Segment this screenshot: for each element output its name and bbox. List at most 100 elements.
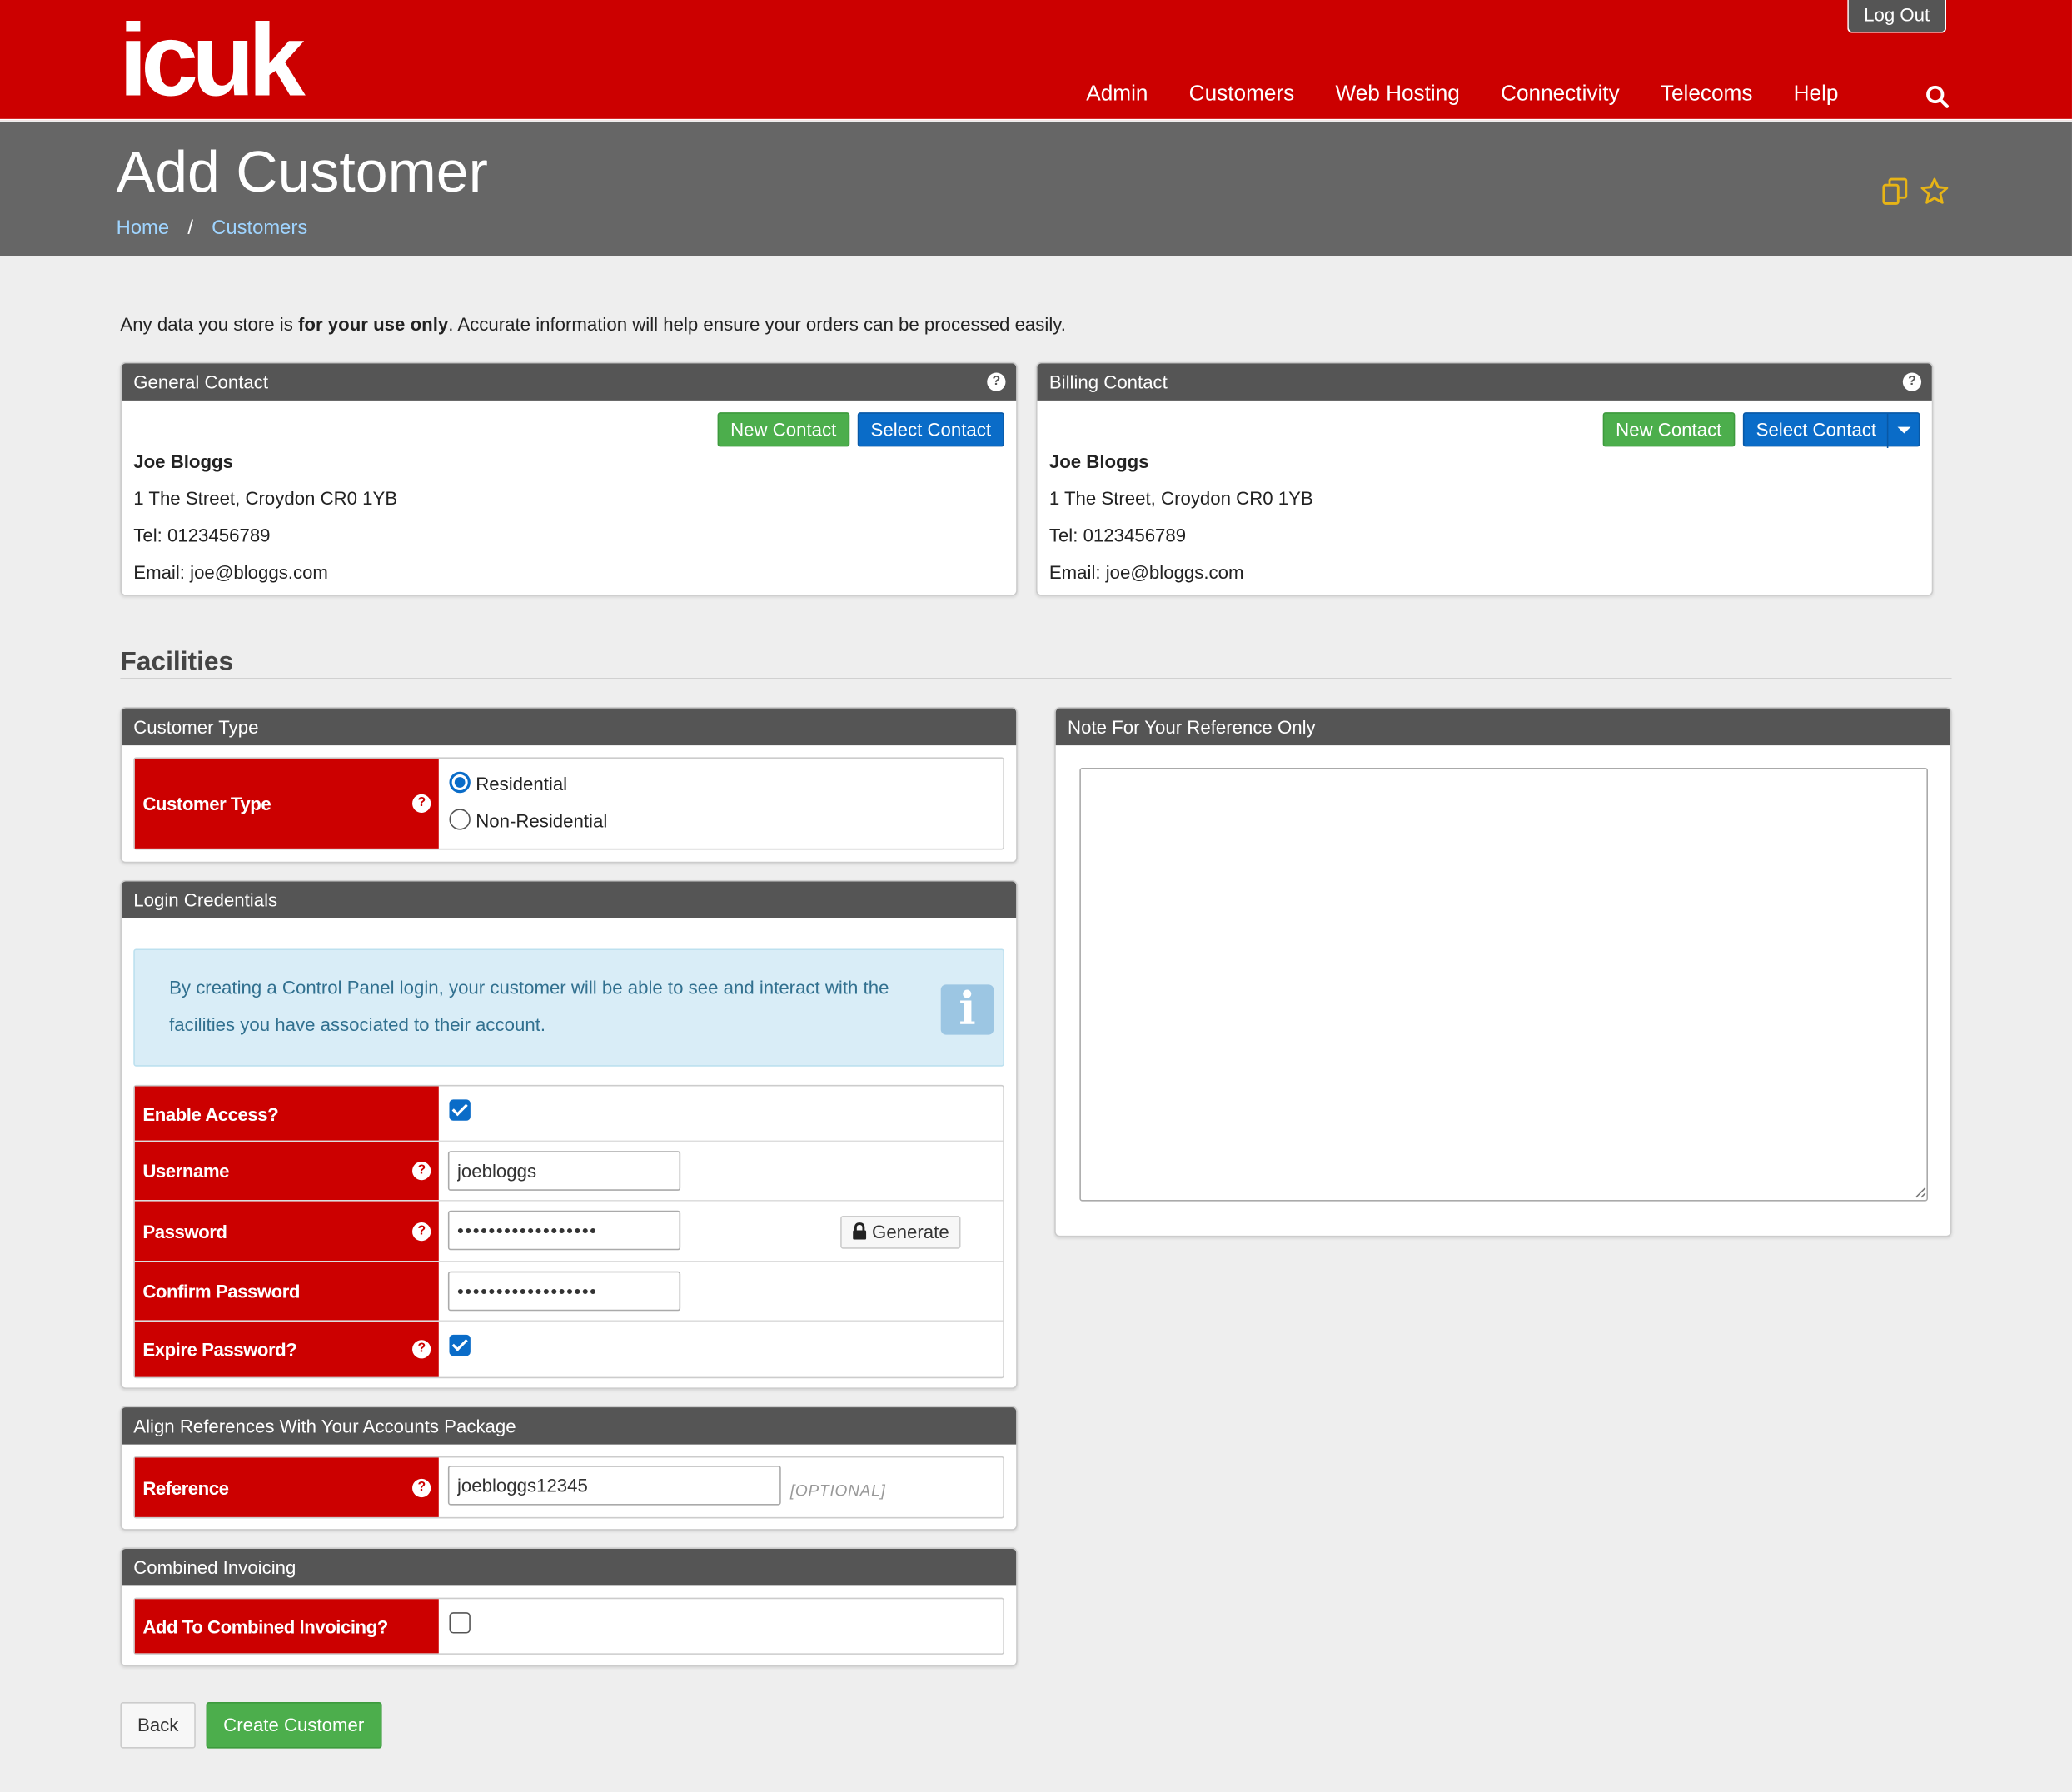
reference-label-text: Reference: [142, 1476, 229, 1498]
back-button[interactable]: Back: [120, 1702, 197, 1749]
username-value: [439, 1142, 1004, 1200]
references-panel: Align References With Your Accounts Pack…: [120, 1406, 1018, 1531]
intro-text: Any data you store is for your use only.…: [120, 313, 1066, 334]
combined-invoicing-heading: Combined Invoicing: [121, 1548, 1017, 1586]
non-residential-radio[interactable]: [449, 809, 471, 830]
generate-password-button[interactable]: Generate: [840, 1216, 961, 1249]
billing-new-contact-button[interactable]: New Contact: [1602, 412, 1736, 447]
reference-input[interactable]: [447, 1465, 781, 1506]
note-panel: Note For Your Reference Only: [1054, 707, 1952, 1237]
customer-type-heading: Customer Type: [121, 708, 1017, 746]
general-contact-panel: General Contact ? New Contact Select Con…: [120, 361, 1018, 596]
confirm-password-row: Confirm Password: [134, 1262, 1004, 1322]
billing-contact-heading: Billing Contact ?: [1037, 363, 1932, 401]
contact-address: 1 The Street, Croydon CR0 1YB: [1048, 487, 1313, 509]
enable-access-checkbox[interactable]: [449, 1099, 471, 1121]
customer-type-panel: Customer Type Customer Type ? Residentia…: [120, 707, 1018, 864]
login-credentials-heading: Login Credentials: [121, 881, 1017, 918]
combined-invoicing-panel: Combined Invoicing Add To Combined Invoi…: [120, 1547, 1018, 1667]
nav-item-telecoms[interactable]: Telecoms: [1661, 82, 1753, 113]
copy-icon[interactable]: [1881, 177, 1908, 207]
general-new-contact-button[interactable]: New Contact: [717, 412, 850, 447]
reference-label: Reference ?: [134, 1457, 439, 1517]
help-icon[interactable]: ?: [412, 1161, 431, 1181]
login-grid: Enable Access? Username ? Password ?: [133, 1084, 1004, 1379]
expire-password-label: Expire Password? ?: [134, 1322, 439, 1377]
references-heading: Align References With Your Accounts Pack…: [121, 1407, 1017, 1445]
logo[interactable]: icuk: [119, 8, 306, 112]
help-icon[interactable]: ?: [987, 372, 1006, 391]
divider: [120, 678, 1952, 679]
select-contact-label: Select Contact: [1756, 419, 1877, 441]
help-icon[interactable]: ?: [412, 794, 431, 814]
help-icon[interactable]: ?: [412, 1340, 431, 1359]
resize-handle-icon[interactable]: [1914, 1186, 1927, 1199]
breadcrumb-home[interactable]: Home: [117, 217, 169, 239]
contact-address: 1 The Street, Croydon CR0 1YB: [133, 487, 398, 509]
info-alert: By creating a Control Panel login, your …: [133, 948, 1004, 1067]
non-residential-label[interactable]: Non-Residential: [476, 810, 607, 831]
general-select-contact-button[interactable]: Select Contact: [857, 412, 1004, 447]
confirm-password-input[interactable]: [447, 1271, 681, 1312]
search-icon[interactable]: [1925, 85, 1950, 109]
contact-tel: Tel: 0123456789: [1048, 525, 1187, 546]
top-bar: icuk Log Out Admin Customers Web Hosting…: [0, 0, 2072, 121]
combined-invoicing-checkbox[interactable]: [449, 1612, 471, 1634]
enable-access-label: Enable Access?: [134, 1086, 439, 1141]
billing-contact-title: Billing Contact: [1048, 371, 1168, 393]
password-label-text: Password: [142, 1220, 227, 1242]
login-credentials-panel: Login Credentials By creating a Control …: [120, 879, 1018, 1389]
nav-item-help[interactable]: Help: [1794, 82, 1839, 113]
confirm-password-label: Confirm Password: [134, 1262, 439, 1321]
references-grid: Reference ? [OPTIONAL]: [133, 1456, 1004, 1519]
billing-select-contact-button[interactable]: Select Contact: [1742, 412, 1920, 448]
intro-text-end: . Accurate information will help ensure …: [448, 313, 1066, 335]
nav-item-customers[interactable]: Customers: [1189, 82, 1295, 113]
create-customer-button[interactable]: Create Customer: [206, 1702, 381, 1749]
password-input[interactable]: [447, 1210, 681, 1251]
nav-item-admin[interactable]: Admin: [1086, 82, 1148, 113]
logout-button[interactable]: Log Out: [1847, 0, 1947, 33]
username-label: Username ?: [134, 1142, 439, 1200]
contact-tel: Tel: 0123456789: [133, 525, 271, 546]
confirm-password-value: [439, 1262, 1004, 1321]
general-contact-title: General Contact: [133, 371, 269, 393]
page: icuk Log Out Admin Customers Web Hosting…: [0, 0, 2072, 1792]
username-row: Username ?: [134, 1142, 1004, 1202]
nav-item-web-hosting[interactable]: Web Hosting: [1335, 82, 1459, 113]
residential-label[interactable]: Residential: [476, 773, 567, 794]
help-icon[interactable]: ?: [412, 1478, 431, 1497]
breadcrumb-customers[interactable]: Customers: [212, 217, 307, 239]
note-textarea[interactable]: [1079, 768, 1928, 1202]
billing-contact-actions: New Contact Select Contact: [1602, 412, 1920, 448]
customer-type-row: Customer Type ? Residential Non-Resident…: [134, 758, 1003, 849]
username-label-text: Username: [142, 1160, 229, 1182]
help-icon[interactable]: ?: [1902, 372, 1922, 391]
expire-password-label-text: Expire Password?: [142, 1338, 297, 1361]
star-icon[interactable]: [1919, 176, 1950, 207]
optional-hint: [OPTIONAL]: [789, 1481, 886, 1501]
nav-item-connectivity[interactable]: Connectivity: [1501, 82, 1620, 113]
reference-value: [OPTIONAL]: [439, 1457, 1004, 1516]
billing-contact-panel: Billing Contact ? New Contact Select Con…: [1035, 361, 1934, 596]
help-icon[interactable]: ?: [412, 1222, 431, 1241]
lock-icon: [853, 1222, 867, 1240]
residential-radio[interactable]: [449, 771, 471, 794]
general-contact-details: Joe Bloggs 1 The Street, Croydon CR0 1YB…: [133, 443, 397, 591]
password-value: Generate: [439, 1202, 1004, 1261]
note-heading: Note For Your Reference Only: [1055, 708, 1950, 746]
contact-email: Email: joe@bloggs.com: [133, 561, 328, 583]
expire-password-checkbox[interactable]: [449, 1334, 471, 1356]
general-contact-actions: New Contact Select Contact: [717, 412, 1004, 447]
username-input[interactable]: [447, 1151, 681, 1191]
combined-invoicing-value: [439, 1599, 1004, 1653]
contact-name: Joe Bloggs: [1048, 450, 1149, 472]
combined-invoicing-row: Add To Combined Invoicing?: [134, 1599, 1004, 1654]
breadcrumb: Home / Customers: [117, 217, 308, 239]
chevron-down-icon[interactable]: [1886, 413, 1919, 448]
info-text: By creating a Control Panel login, your …: [169, 976, 889, 1035]
breadcrumb-separator: /: [187, 217, 193, 240]
title-band: Add Customer Home / Customers: [0, 122, 2072, 256]
intro-text-emphasis: for your use only: [298, 313, 449, 335]
enable-access-row: Enable Access?: [134, 1086, 1004, 1142]
